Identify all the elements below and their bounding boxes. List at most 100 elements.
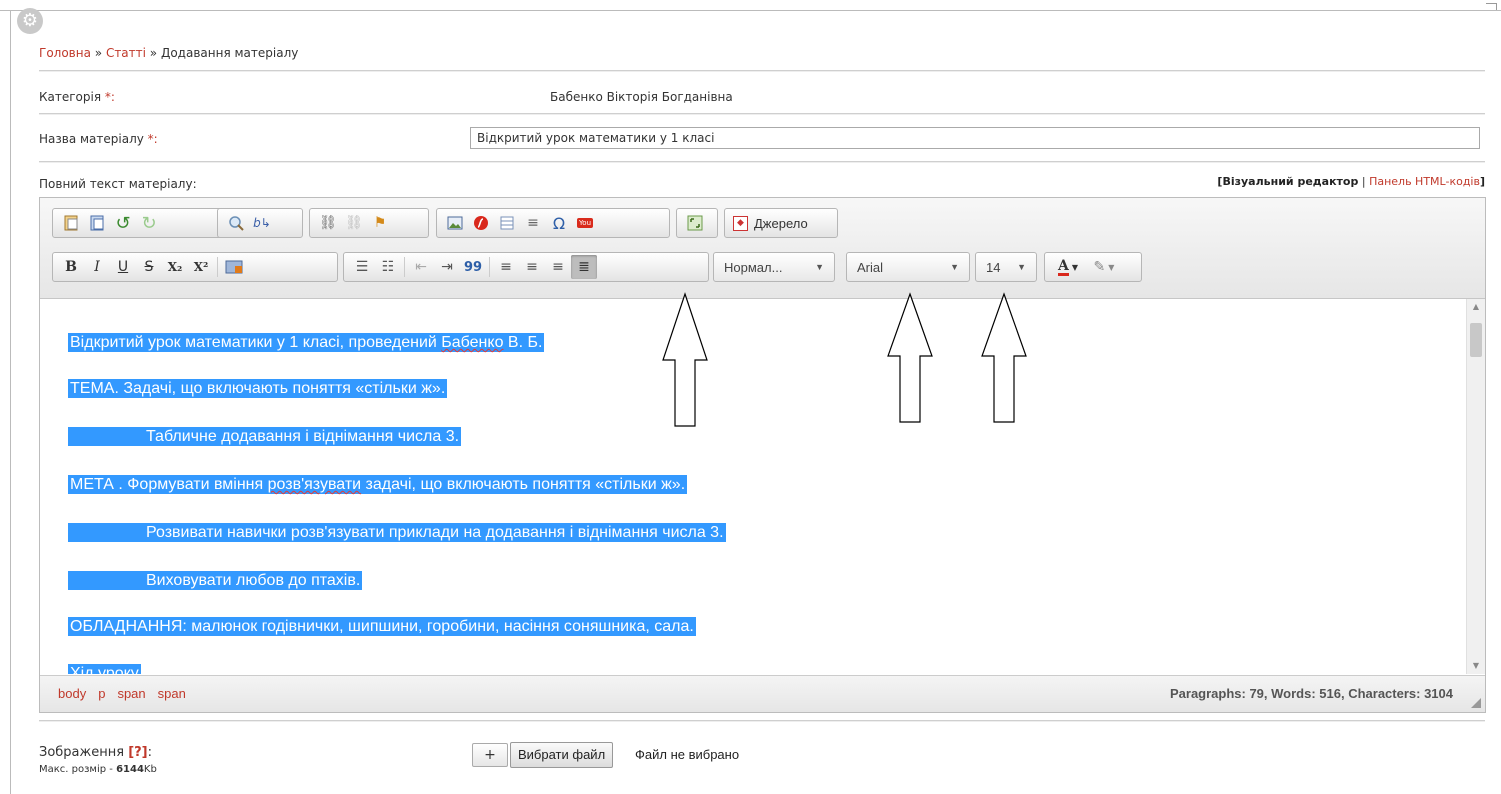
path-item[interactable]: span — [117, 686, 145, 701]
resize-handle-icon[interactable] — [1471, 698, 1481, 708]
window-left-border — [10, 10, 11, 794]
redo-icon[interactable]: ↻ — [136, 211, 162, 235]
find-icon[interactable] — [223, 211, 249, 235]
category-value[interactable]: Бабенко Вікторія Богданівна — [550, 90, 733, 104]
indent-icon[interactable]: ⇥ — [434, 255, 460, 279]
format-select[interactable]: Нормал... ▼ — [713, 252, 835, 282]
align-center-icon[interactable]: ≡ — [519, 255, 545, 279]
image-icon[interactable] — [442, 211, 468, 235]
undo-icon[interactable]: ↺ — [110, 211, 136, 235]
paragraph[interactable]: Хід уроку — [68, 664, 141, 674]
window-corner — [1486, 3, 1497, 10]
superscript-button[interactable]: X² — [188, 255, 214, 279]
font-value: Arial — [857, 259, 884, 275]
add-file-button[interactable]: + — [472, 743, 508, 767]
rich-text-editor: ↺ ↻ b↳ ⛓ ⛓ ⚑ ≡ Ω You ◆ Джерело B I U S X… — [39, 197, 1486, 713]
editor-scrollbar[interactable]: ▲ ▼ — [1466, 299, 1485, 674]
category-row: Категорія *: Бабенко Вікторія Богданівна — [39, 90, 1485, 104]
outdent-icon[interactable]: ⇤ — [408, 255, 434, 279]
help-link[interactable]: [?] — [128, 745, 147, 760]
divider — [39, 70, 1485, 72]
align-right-icon[interactable]: ≡ — [545, 255, 571, 279]
divider — [39, 113, 1485, 115]
paragraph[interactable]: МЕТА . Формувати вміння розв'язувати зад… — [68, 475, 688, 495]
html-panel-link[interactable]: Панель HTML-кодів — [1369, 175, 1480, 188]
source-icon: ◆ — [733, 215, 748, 231]
divider — [39, 161, 1485, 163]
path-item[interactable]: p — [98, 686, 105, 701]
breadcrumb-home[interactable]: Головна — [39, 46, 91, 60]
visual-editor-link[interactable]: Візуальний редактор — [1222, 175, 1358, 188]
breadcrumb-separator: » — [145, 46, 161, 60]
source-button[interactable]: ◆ Джерело — [724, 208, 838, 238]
title-input[interactable] — [470, 127, 1480, 149]
scroll-down-icon[interactable]: ▼ — [1467, 658, 1485, 674]
font-select[interactable]: Arial ▼ — [846, 252, 970, 282]
horizontal-rule-icon[interactable]: ≡ — [520, 211, 546, 235]
annotation-arrow-size — [981, 292, 1027, 423]
paste-word-icon[interactable] — [84, 211, 110, 235]
element-path: body p span span — [58, 686, 198, 701]
max-size-value: 6144 — [116, 764, 144, 775]
bulleted-list-icon[interactable]: ☷ — [375, 255, 401, 279]
numbered-list-icon[interactable]: ☰ — [349, 255, 375, 279]
toolbar-group-paragraph: ☰ ☷ ⇤ ⇥ 99 ≡ ≡ ≡ ≣ — [343, 252, 709, 282]
title-label: Назва матеріалу — [39, 132, 144, 146]
editor-statusbar: body p span span Paragraphs: 79, Words: 516… — [40, 675, 1485, 712]
paragraph[interactable]: Виховувати любов до птахів. — [68, 571, 363, 591]
strike-button[interactable]: S — [136, 255, 162, 279]
editor-toolbar: ↺ ↻ b↳ ⛓ ⛓ ⚑ ≡ Ω You ◆ Джерело B I U S X… — [40, 198, 1485, 299]
bold-button[interactable]: B — [58, 255, 84, 279]
link-icon[interactable]: ⛓ — [315, 211, 341, 235]
required-mark: *: — [101, 90, 115, 104]
align-justify-icon[interactable]: ≣ — [571, 255, 597, 279]
background-color-icon[interactable]: ✎ ▼ — [1086, 255, 1122, 279]
table-icon[interactable] — [494, 211, 520, 235]
paragraph[interactable]: Відкритий урок математики у 1 класі, про… — [68, 333, 545, 353]
editor-mode-switch: [Візуальний редактор | Панель HTML-кодів… — [1217, 175, 1485, 188]
required-mark: *: — [143, 132, 158, 146]
no-file-text: Файл не вибрано — [635, 747, 740, 762]
format-value: Нормал... — [724, 259, 783, 275]
chevron-down-icon: ▼ — [815, 262, 824, 272]
text-color-icon[interactable]: A ▼ — [1050, 255, 1086, 279]
source-label: Джерело — [754, 215, 808, 231]
max-size-note: Макс. розмір - 6144Kb — [39, 764, 157, 775]
subscript-button[interactable]: X₂ — [162, 255, 188, 279]
path-item[interactable]: body — [58, 686, 86, 701]
toolbar-group-colors: A ▼ ✎ ▼ — [1044, 252, 1142, 282]
paragraph[interactable]: ОБЛАДНАННЯ: малюнок годівнички, шипшини,… — [68, 617, 696, 637]
youtube-icon[interactable]: You — [572, 211, 598, 235]
unlink-icon[interactable]: ⛓ — [341, 211, 367, 235]
size-value: 14 — [986, 259, 1001, 275]
flash-icon[interactable] — [468, 211, 494, 235]
scroll-thumb[interactable] — [1470, 323, 1482, 357]
italic-button[interactable]: I — [84, 255, 110, 279]
anchor-flag-icon[interactable]: ⚑ — [367, 211, 393, 235]
paragraph[interactable]: Табличне додавання і віднімання числа 3. — [68, 427, 462, 447]
annotation-arrow-justify — [662, 292, 708, 427]
maximize-icon[interactable] — [682, 211, 708, 235]
remove-format-icon[interactable] — [221, 255, 247, 279]
align-left-icon[interactable]: ≡ — [493, 255, 519, 279]
toolbar-group-basic: B I U S X₂ X² — [52, 252, 338, 282]
toolbar-group-insert: ≡ Ω You — [436, 208, 670, 238]
editor-content[interactable]: Відкритий урок математики у 1 класі, про… — [40, 299, 1465, 674]
choose-file-button[interactable]: Вибрати файл — [510, 742, 614, 768]
breadcrumb-articles[interactable]: Статті — [106, 46, 146, 60]
toolbar-group-maximize — [676, 208, 718, 238]
replace-icon[interactable]: b↳ — [249, 211, 275, 235]
image-label: Зображення — [39, 745, 125, 760]
blockquote-button[interactable]: 99 — [460, 255, 486, 279]
underline-button[interactable]: U — [110, 255, 136, 279]
scroll-up-icon[interactable]: ▲ — [1467, 299, 1485, 315]
gear-icon[interactable]: ⚙ — [17, 8, 43, 34]
paragraph[interactable]: Розвивати навички розв'язувати приклади … — [68, 523, 726, 543]
word-count: Paragraphs: 79, Words: 516, Characters: … — [1169, 686, 1453, 701]
paragraph[interactable]: ТЕМА. Задачі, що включають поняття «стіл… — [68, 379, 448, 399]
special-char-icon[interactable]: Ω — [546, 211, 572, 235]
image-upload-label-row: Зображення [?]: — [39, 745, 153, 760]
paste-text-icon[interactable] — [58, 211, 84, 235]
size-select[interactable]: 14 ▼ — [975, 252, 1037, 282]
path-item[interactable]: span — [158, 686, 186, 701]
